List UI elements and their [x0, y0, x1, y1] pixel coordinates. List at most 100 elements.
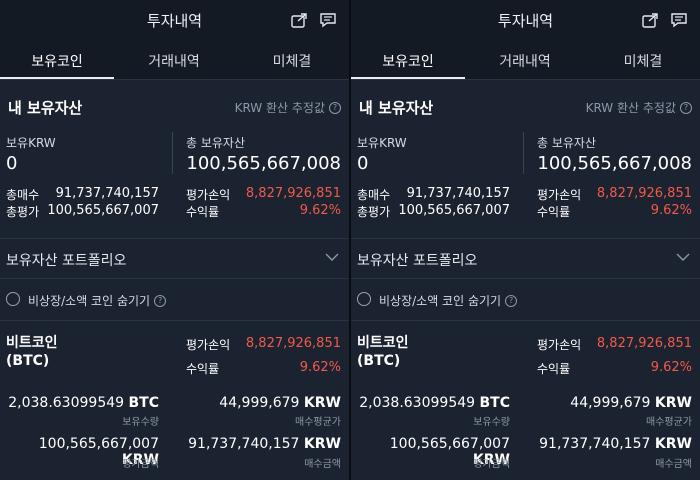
- divider: [0, 278, 349, 279]
- help-icon[interactable]: ?: [329, 101, 341, 114]
- coin-pnl-label: 평가손익: [186, 338, 231, 352]
- tab-unfilled[interactable]: 미체결: [585, 51, 700, 71]
- hide-small-coins-label: 비상장/소액 코인 숨기기: [28, 294, 151, 308]
- coin-yield-value: 9.62%: [299, 360, 341, 375]
- divider: [351, 238, 700, 239]
- total-eval-label: 총평가: [6, 205, 40, 219]
- buy-amount-unit: KRW: [654, 436, 692, 452]
- pnl-label: 평가손익: [537, 188, 582, 202]
- krw-estimate-note[interactable]: KRW 환산 추정값 ?: [586, 99, 692, 116]
- yield-value: 9.62%: [650, 203, 692, 218]
- chat-icon[interactable]: [670, 12, 688, 28]
- holding-quantity: 2,038.63099549 BTC: [8, 395, 159, 411]
- holding-quantity-label: 보유수량: [473, 417, 510, 428]
- average-buy-price-unit: KRW: [303, 395, 341, 411]
- tab-holdings[interactable]: 보유코인: [0, 51, 114, 71]
- tab-holdings[interactable]: 보유코인: [351, 51, 465, 71]
- average-buy-price-value: 44,999,679: [219, 395, 300, 411]
- total-assets-label: 총 보유자산: [186, 136, 246, 150]
- coin-name: 비트코인 (BTC): [357, 334, 409, 370]
- chevron-down-icon[interactable]: [676, 252, 690, 262]
- divider: [351, 278, 700, 279]
- total-buy-value: 91,737,740,157: [406, 186, 510, 201]
- yield-label: 수익률: [186, 205, 220, 219]
- total-assets-label: 총 보유자산: [537, 136, 597, 150]
- evaluation-amount-label: 평가금액: [473, 459, 510, 470]
- tab-unfilled[interactable]: 미체결: [234, 51, 349, 71]
- holding-quantity-unit: BTC: [128, 395, 160, 411]
- divider: [351, 320, 700, 321]
- tab-bar: 보유코인 거래내역 미체결: [0, 40, 349, 80]
- summary-divider: [523, 132, 524, 174]
- total-eval-value: 100,565,667,007: [47, 203, 159, 218]
- buy-amount-value: 91,737,740,157: [188, 436, 300, 452]
- average-buy-price: 44,999,679 KRW: [219, 395, 341, 411]
- hide-small-coins-radio[interactable]: [357, 292, 371, 306]
- coin-yield-label: 수익률: [537, 362, 571, 376]
- krw-value: 0: [357, 153, 369, 174]
- coin-yield-label: 수익률: [186, 362, 220, 376]
- coin-pnl-label: 평가손익: [537, 338, 582, 352]
- holding-quantity-value: 2,038.63099549: [359, 395, 476, 411]
- average-buy-price-unit: KRW: [654, 395, 692, 411]
- chevron-down-icon[interactable]: [325, 252, 339, 262]
- holding-quantity-unit: BTC: [479, 395, 511, 411]
- my-assets-title: 내 보유자산: [359, 99, 434, 117]
- average-buy-price-value: 44,999,679: [570, 395, 651, 411]
- krw-estimate-note[interactable]: KRW 환산 추정값 ?: [235, 99, 341, 116]
- hide-small-coins-option[interactable]: 비상장/소액 코인 숨기기 ?: [379, 292, 518, 309]
- right-panel: 투자내역 보유코인 거래내역 미체결 내 보유자산 KRW 환산 추정값 ? 보…: [351, 0, 700, 480]
- krw-estimate-label: KRW 환산 추정값: [585, 101, 676, 115]
- buy-amount-label: 매수금액: [655, 459, 692, 470]
- buy-amount: 91,737,740,157 KRW: [539, 436, 692, 452]
- divider: [0, 320, 349, 321]
- coin-yield-value: 9.62%: [650, 360, 692, 375]
- holding-quantity-label: 보유수량: [122, 417, 159, 428]
- average-buy-price-label: 매수평균가: [295, 417, 341, 428]
- buy-amount-unit: KRW: [303, 436, 341, 452]
- total-buy-value: 91,737,740,157: [55, 186, 159, 201]
- active-tab-indicator: [351, 77, 465, 79]
- krw-label: 보유KRW: [6, 136, 56, 150]
- chat-icon[interactable]: [319, 12, 337, 28]
- total-eval-value: 100,565,667,007: [398, 203, 510, 218]
- help-icon[interactable]: ?: [154, 294, 167, 307]
- coin-name: 비트코인 (BTC): [6, 334, 58, 370]
- tab-trade-history[interactable]: 거래내역: [467, 51, 583, 71]
- yield-label: 수익률: [537, 205, 571, 219]
- active-tab-indicator: [0, 77, 114, 79]
- evaluation-amount-label: 평가금액: [122, 459, 159, 470]
- share-icon[interactable]: [642, 12, 660, 28]
- help-icon[interactable]: ?: [505, 294, 518, 307]
- hide-small-coins-radio[interactable]: [6, 292, 20, 306]
- total-assets-value: 100,565,667,008: [537, 153, 692, 174]
- yield-value: 9.62%: [299, 203, 341, 218]
- header-bar: 투자내역: [351, 0, 700, 40]
- tab-trade-history[interactable]: 거래내역: [116, 51, 232, 71]
- my-assets-title: 내 보유자산: [8, 99, 83, 117]
- buy-amount: 91,737,740,157 KRW: [188, 436, 341, 452]
- pnl-value: 8,827,926,851: [596, 186, 692, 201]
- evaluation-amount-value: 100,565,667,007: [389, 436, 510, 452]
- portfolio-toggle[interactable]: 보유자산 포트폴리오: [6, 250, 126, 270]
- krw-label: 보유KRW: [357, 136, 407, 150]
- evaluation-amount-value: 100,565,667,007: [38, 436, 159, 452]
- average-buy-price: 44,999,679 KRW: [570, 395, 692, 411]
- total-buy-label: 총매수: [6, 188, 40, 202]
- krw-value: 0: [6, 153, 18, 174]
- coin-symbol: (BTC): [6, 353, 50, 369]
- help-icon[interactable]: ?: [680, 101, 692, 114]
- pnl-value: 8,827,926,851: [245, 186, 341, 201]
- coin-pnl-value: 8,827,926,851: [596, 336, 692, 351]
- krw-estimate-label: KRW 환산 추정값: [234, 101, 325, 115]
- divider: [0, 238, 349, 239]
- summary-divider: [172, 132, 173, 174]
- total-assets-value: 100,565,667,008: [186, 153, 341, 174]
- coin-symbol: (BTC): [357, 353, 401, 369]
- coin-name-korean: 비트코인: [6, 335, 58, 351]
- portfolio-toggle[interactable]: 보유자산 포트폴리오: [357, 250, 477, 270]
- left-panel: 투자내역 보유코인 거래내역 미체결 내 보유자산 KRW 환산 추정값 ? 보…: [0, 0, 349, 480]
- hide-small-coins-option[interactable]: 비상장/소액 코인 숨기기 ?: [28, 292, 167, 309]
- buy-amount-value: 91,737,740,157: [539, 436, 651, 452]
- share-icon[interactable]: [291, 12, 309, 28]
